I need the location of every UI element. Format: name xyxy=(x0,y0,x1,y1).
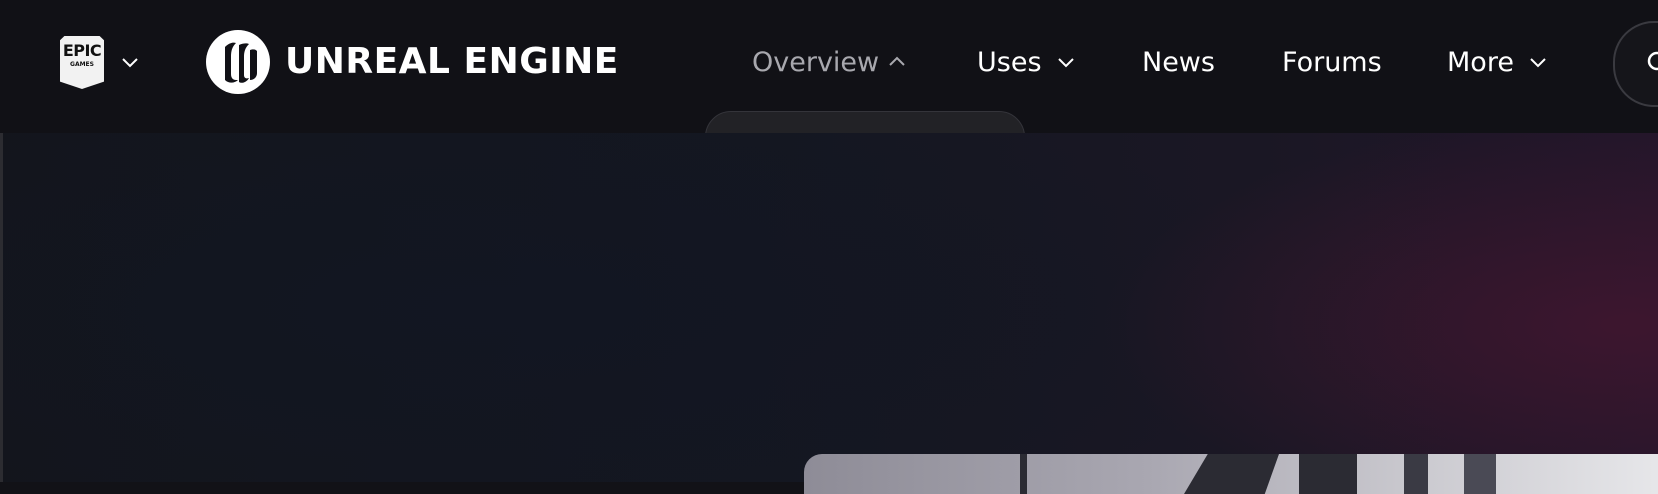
search-icon xyxy=(1647,51,1658,71)
nav-news[interactable]: News xyxy=(1142,46,1215,80)
nav-uses[interactable]: Uses xyxy=(977,46,1042,80)
nav-overview-label: Overview xyxy=(752,47,880,78)
epic-logo-subtext: GAMES xyxy=(70,61,94,68)
nav-forums[interactable]: Forums xyxy=(1282,46,1382,80)
nav-overview[interactable]: Overview xyxy=(752,46,879,80)
brand-name[interactable]: UNREAL ENGINE xyxy=(285,40,619,84)
chevron-down-icon[interactable] xyxy=(1058,58,1074,68)
search-button[interactable] xyxy=(1613,21,1658,107)
nav-more-label: More xyxy=(1447,47,1514,78)
nav-more[interactable]: More xyxy=(1447,46,1514,80)
epic-games-logo[interactable]: EPIC GAMES xyxy=(60,36,104,89)
nav-forums-label: Forums xyxy=(1282,47,1382,78)
unreal-engine-logo-icon[interactable] xyxy=(205,29,271,95)
chevron-down-icon[interactable] xyxy=(122,58,138,68)
epic-logo-text: EPIC xyxy=(62,41,102,60)
hero-background xyxy=(3,133,1658,482)
hero-image xyxy=(804,454,1658,494)
nav-uses-label: Uses xyxy=(977,47,1042,78)
chevron-up-icon[interactable] xyxy=(889,56,905,66)
nav-news-label: News xyxy=(1142,47,1215,78)
chevron-down-icon[interactable] xyxy=(1530,58,1546,68)
